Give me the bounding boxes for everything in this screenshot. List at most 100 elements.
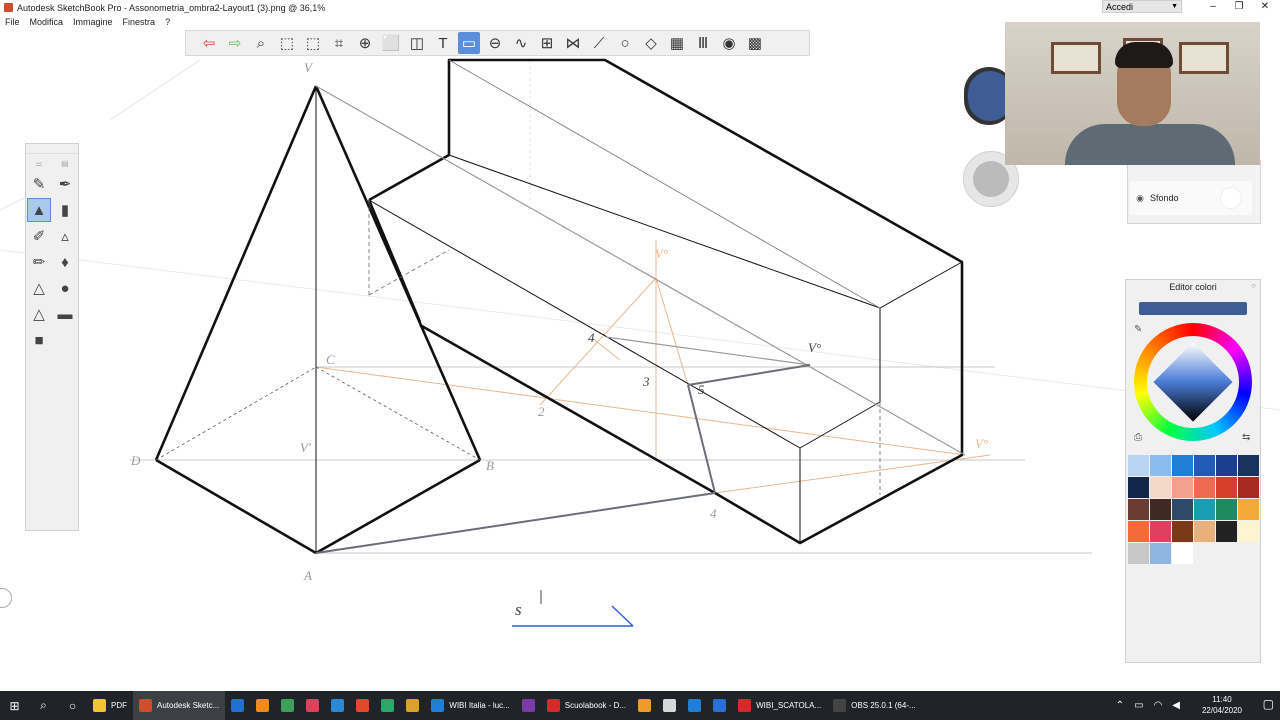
color-swatch[interactable] xyxy=(1172,521,1193,542)
redo-icon[interactable]: ⇨ xyxy=(224,32,246,54)
chisel-brush-icon[interactable]: ▮ xyxy=(53,198,77,222)
taskbar-zoom[interactable] xyxy=(707,691,732,720)
color-swatch[interactable] xyxy=(1150,477,1171,498)
color-swatch[interactable] xyxy=(1194,499,1215,520)
distort-icon[interactable]: ⬜ xyxy=(380,32,402,54)
account-dropdown[interactable]: Accedi ▼ xyxy=(1102,0,1182,13)
taskbar-obs[interactable]: OBS 25.0.1 (64-... xyxy=(827,691,921,720)
menu-immagine[interactable]: Immagine xyxy=(68,15,118,29)
color-swatch[interactable] xyxy=(1238,477,1259,498)
taskbar-clock[interactable]: 11:40 22/04/2020 xyxy=(1202,694,1242,716)
perspective-icon[interactable]: ◫ xyxy=(406,32,428,54)
color-swatch[interactable] xyxy=(1216,543,1237,564)
crop-icon[interactable]: ⌗ xyxy=(328,32,350,54)
triangle-soft-brush-icon[interactable]: △ xyxy=(27,302,51,326)
close-button[interactable]: ✕ xyxy=(1252,0,1278,14)
color-swatch[interactable] xyxy=(1128,477,1149,498)
swap-icon[interactable]: ⇆ xyxy=(1242,432,1250,443)
eraser-brush-icon[interactable]: ■ xyxy=(27,328,51,352)
taskbar-edge[interactable]: WIBI Italia - luc... xyxy=(425,691,515,720)
printer-icon[interactable]: ⎙ xyxy=(1134,432,1142,443)
color-swatch[interactable] xyxy=(1238,499,1259,520)
palette-icon[interactable]: ▩ xyxy=(744,32,766,54)
fill-icon[interactable]: ◇ xyxy=(640,32,662,54)
taskbar-scuolabook[interactable]: Scuolabook - D... xyxy=(541,691,632,720)
color-swatch[interactable] xyxy=(1216,499,1237,520)
marker-brush-icon[interactable]: ▲ xyxy=(27,198,51,222)
ballpoint-brush-icon[interactable]: ✏ xyxy=(27,250,51,274)
color-swatch[interactable] xyxy=(1238,521,1259,542)
color-wheel[interactable] xyxy=(1134,323,1252,441)
color-swatch[interactable] xyxy=(1194,543,1215,564)
taskbar-onenote[interactable] xyxy=(516,691,541,720)
airbrush-icon[interactable]: ▵ xyxy=(53,224,77,248)
symmetry-icon[interactable]: ⋈ xyxy=(562,32,584,54)
text-icon[interactable]: T xyxy=(432,32,454,54)
taskbar-app4[interactable] xyxy=(682,691,707,720)
color-swatch[interactable] xyxy=(1150,499,1171,520)
color-swatch[interactable] xyxy=(1172,499,1193,520)
water-brush-icon[interactable]: ● xyxy=(53,276,77,300)
color-swatch[interactable] xyxy=(1238,455,1259,476)
color-swatch[interactable] xyxy=(1194,477,1215,498)
felt-tip-brush-icon[interactable]: ♦ xyxy=(53,250,77,274)
taskbar-chrome[interactable] xyxy=(400,691,425,720)
undo-icon[interactable]: ⇦ xyxy=(198,32,220,54)
color-swatch[interactable] xyxy=(1150,521,1171,542)
eye-icon[interactable]: ◉ xyxy=(1130,193,1150,204)
color-swatch[interactable] xyxy=(1128,455,1149,476)
menu-file[interactable]: File xyxy=(0,15,25,29)
brush-library-icon[interactable]: ▦ xyxy=(666,32,688,54)
taskbar-app3[interactable] xyxy=(632,691,657,720)
line-icon[interactable]: ⟋ xyxy=(588,32,610,54)
taskbar-app[interactable] xyxy=(325,691,350,720)
wifi-icon[interactable]: ◠ xyxy=(1154,700,1163,711)
color-swatch[interactable] xyxy=(1216,455,1237,476)
crop-select-icon[interactable]: ⬚ xyxy=(302,32,324,54)
color-swatch[interactable] xyxy=(1128,543,1149,564)
pencil-brush-icon[interactable]: ✎ xyxy=(27,172,51,196)
minimize-button[interactable]: – xyxy=(1200,0,1226,14)
taskbar-sketchbook[interactable]: Autodesk Sketc... xyxy=(133,691,226,720)
maximize-button[interactable]: ❐ xyxy=(1226,0,1252,14)
taskbar-pdf-file[interactable]: WIBI_SCATOLA... xyxy=(732,691,827,720)
color-swatch[interactable] xyxy=(1172,455,1193,476)
menu-finestra[interactable]: Finestra xyxy=(118,15,161,29)
circle-icon[interactable]: ○ xyxy=(614,32,636,54)
search-icon[interactable]: ⌕ xyxy=(29,691,58,720)
taskbar-photoshop[interactable] xyxy=(225,691,250,720)
chevron-up-icon[interactable]: ⌃ xyxy=(1116,700,1124,711)
fine-pen-brush-icon[interactable]: ✐ xyxy=(27,224,51,248)
ruler-icon[interactable]: ▭ xyxy=(458,32,480,54)
copic-icon[interactable]: Ⅲ xyxy=(692,32,714,54)
color-swatch[interactable] xyxy=(1150,455,1171,476)
select-icon[interactable]: ⬚ xyxy=(276,32,298,54)
taskbar-dreamweaver[interactable] xyxy=(275,691,300,720)
layer-row-background[interactable]: ◉ Sfondo xyxy=(1130,181,1252,215)
taskbar-pdf[interactable]: PDF xyxy=(87,691,133,720)
color-swatch[interactable] xyxy=(1238,543,1259,564)
brush-palette-header[interactable] xyxy=(26,144,78,154)
battery-icon[interactable]: ▭ xyxy=(1134,700,1143,711)
transform-icon[interactable]: ⊕ xyxy=(354,32,376,54)
taskbar-calculator[interactable] xyxy=(657,691,682,720)
color-swatch[interactable] xyxy=(1172,543,1193,564)
color-swatch[interactable] xyxy=(1194,455,1215,476)
eyedropper-icon[interactable]: ✎ xyxy=(1134,324,1142,335)
taskbar-app2[interactable] xyxy=(375,691,400,720)
menu-modifica[interactable]: Modifica xyxy=(25,15,69,29)
flat-brush-icon[interactable]: ▬ xyxy=(53,302,77,326)
close-panel-icon[interactable]: ○ xyxy=(1251,281,1256,290)
ellipse-guide-icon[interactable]: ⊖ xyxy=(484,32,506,54)
color-swatch[interactable] xyxy=(1194,521,1215,542)
color-swatch[interactable] xyxy=(1128,521,1149,542)
menu-help[interactable]: ? xyxy=(160,15,175,29)
speaker-icon[interactable]: ◀ xyxy=(1172,700,1180,711)
brush-settings-icon[interactable]: ⚌ xyxy=(35,159,42,168)
notification-icon[interactable]: ▢ xyxy=(1263,697,1274,711)
triangle-brush-icon[interactable]: △ xyxy=(27,276,51,300)
taskbar-acrobat[interactable] xyxy=(350,691,375,720)
perspective-grid-icon[interactable]: ⊞ xyxy=(536,32,558,54)
cortana-icon[interactable]: ○ xyxy=(58,691,87,720)
brush-library-icon[interactable]: ▤ xyxy=(61,159,69,168)
